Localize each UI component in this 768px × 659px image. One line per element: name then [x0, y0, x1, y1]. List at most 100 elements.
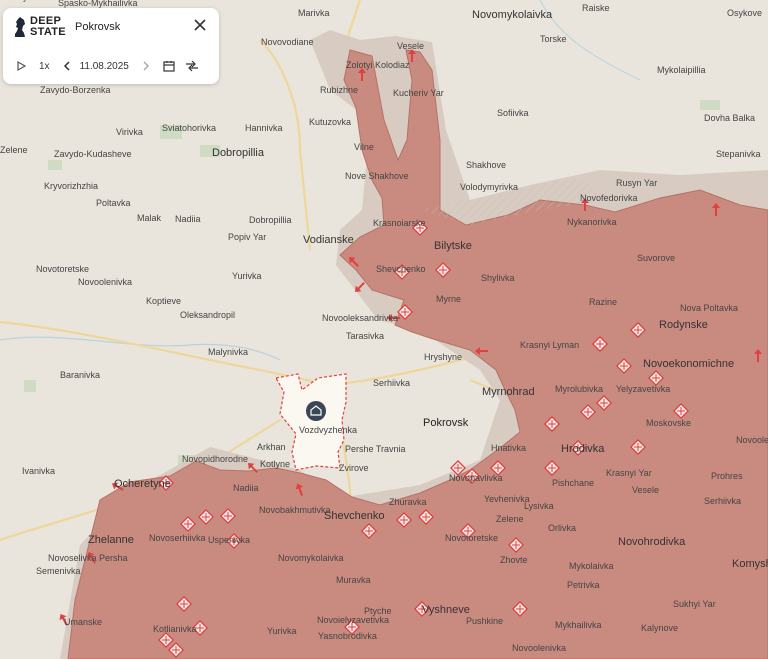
place-label: Vozdvyzhenka: [299, 425, 357, 435]
place-label: Yelyzavetivka: [616, 384, 670, 394]
place-label: Hannivka: [245, 123, 283, 133]
place-label: Kalynove: [641, 623, 678, 633]
place-label: Shevchenko: [376, 264, 426, 274]
place-label: Semenivka: [36, 566, 81, 576]
place-label: Sofiivka: [497, 108, 529, 118]
place-name: Pokrovsk: [75, 21, 121, 33]
knight-logo-icon: [15, 17, 25, 37]
place-label: Novooleksandrivka: [736, 435, 768, 445]
place-label: Bilytske: [434, 240, 472, 252]
place-label: Vyshneve: [422, 604, 470, 616]
date-display[interactable]: 11.08.2025: [80, 61, 129, 72]
place-label: Serhiivka: [704, 496, 741, 506]
place-label: Krasnyi Lyman: [520, 340, 579, 350]
place-label: Novopavlivka: [449, 473, 503, 483]
place-label: Novotoretske: [36, 264, 89, 274]
place-label: Marivka: [298, 8, 330, 18]
place-label: Myrnohrad: [482, 386, 535, 398]
place-label: Nadiia: [233, 483, 259, 493]
place-label: Nadiia: [175, 214, 201, 224]
place-label: Serhiivka: [373, 378, 410, 388]
place-label: Kryvorizhzhia: [44, 181, 98, 191]
compare-icon[interactable]: [185, 60, 199, 72]
calendar-icon[interactable]: [163, 60, 175, 72]
place-label: Zelene: [0, 145, 28, 155]
chevron-right-icon[interactable]: [141, 60, 151, 72]
place-label: Vesele: [632, 485, 659, 495]
place-label: Novovodiane: [261, 37, 314, 47]
place-label: Sukhyi Yar: [673, 599, 716, 609]
timeline-panel: DEEP STATE Pokrovsk 1x 11.08.2025: [3, 8, 219, 84]
place-label: Sviatohorivka: [162, 123, 216, 133]
place-label: Novopidhorodne: [182, 454, 248, 464]
place-label: Mykhailivka: [555, 620, 602, 630]
place-label: Ocheretyne: [114, 478, 171, 490]
place-label: Kotlyne: [260, 459, 290, 469]
place-label: Zhuravka: [389, 497, 427, 507]
place-label: Oleksandropil: [180, 310, 235, 320]
place-label: Pershe Travnia: [345, 444, 406, 454]
play-icon[interactable]: [15, 60, 27, 72]
place-label: Shevchenko: [324, 510, 385, 522]
place-label: Vodianske: [303, 234, 354, 246]
map-canvas[interactable]: Spasko-Mykhailivka Marivka Novomykolaivka R…: [0, 0, 768, 659]
place-label: Shylivka: [481, 273, 515, 283]
place-label: Novofedorivka: [580, 193, 638, 203]
place-label: Virivka: [116, 127, 143, 137]
place-label: Novotoretske: [445, 533, 498, 543]
place-label: Moskovske: [646, 418, 691, 428]
place-label: Dobropillia: [249, 215, 292, 225]
place-label: Prohres: [711, 471, 743, 481]
place-label: Torske: [540, 34, 567, 44]
place-label: Zolotyi Kolodiaz: [346, 60, 410, 70]
place-label: Yasnobrodivka: [318, 631, 377, 641]
place-label: Krasnoiarske: [373, 218, 426, 228]
place-label: Ivanivka: [22, 466, 55, 476]
place-label: Novooleksandrivka: [322, 313, 398, 323]
place-label: Novoselivka Persha: [48, 553, 128, 563]
close-icon[interactable]: [193, 18, 207, 32]
place-label: Petrivka: [567, 580, 600, 590]
place-label: Uspenivka: [208, 535, 250, 545]
pokrovsk-city-icon[interactable]: [306, 401, 326, 421]
place-label: Shakhove: [466, 160, 506, 170]
place-label: Umanske: [64, 617, 102, 627]
place-label: Zavydo-Kudasheve: [54, 149, 132, 159]
place-label: Arkhan: [257, 442, 286, 452]
place-label: Myrolubivka: [555, 384, 603, 394]
place-label: Zvirove: [339, 463, 369, 473]
place-label: Poltavka: [96, 198, 131, 208]
place-label: Zavydo-Borzenka: [40, 85, 111, 95]
place-label: Komyshivka: [732, 558, 768, 570]
place-label: Rubizhne: [320, 85, 358, 95]
place-label: Malynivka: [208, 347, 248, 357]
place-label: Zhelanne: [88, 534, 134, 546]
place-label: Muravka: [336, 575, 371, 585]
speed-button[interactable]: 1x: [39, 61, 50, 72]
place-label: Stepanivka: [716, 149, 761, 159]
place-label: Veselе: [397, 41, 424, 51]
place-label: Suvorove: [637, 253, 675, 263]
place-label: Novoekonomichne: [643, 358, 734, 370]
place-label: Osykove: [727, 8, 762, 18]
place-label: Mykolaipillia: [657, 65, 706, 75]
chevron-left-icon[interactable]: [62, 60, 72, 72]
place-label: Orlivka: [548, 523, 576, 533]
place-label: Myrne: [436, 294, 461, 304]
place-label: Novomykolaivka: [472, 9, 553, 21]
place-label: Hrodivka: [561, 443, 605, 455]
place-label: Razine: [589, 297, 617, 307]
place-label: Baranivka: [60, 370, 100, 380]
place-label: Nykanorivka: [567, 217, 617, 227]
place-label: Vilne: [354, 142, 374, 152]
place-label: Novoolenivka: [78, 277, 132, 287]
place-label: Krasnyi Yar: [606, 468, 652, 478]
place-label: Hnativka: [491, 443, 526, 453]
place-label: Rusyn Yar: [616, 178, 657, 188]
place-label: Dovha Balka: [704, 113, 755, 123]
deepstate-logo: DEEP STATE: [13, 16, 66, 38]
place-label: Volodymyrivka: [460, 182, 518, 192]
playback-controls: 1x 11.08.2025: [15, 58, 211, 74]
place-label: Pushkine: [466, 616, 503, 626]
logo-line2: STATE: [30, 26, 66, 38]
